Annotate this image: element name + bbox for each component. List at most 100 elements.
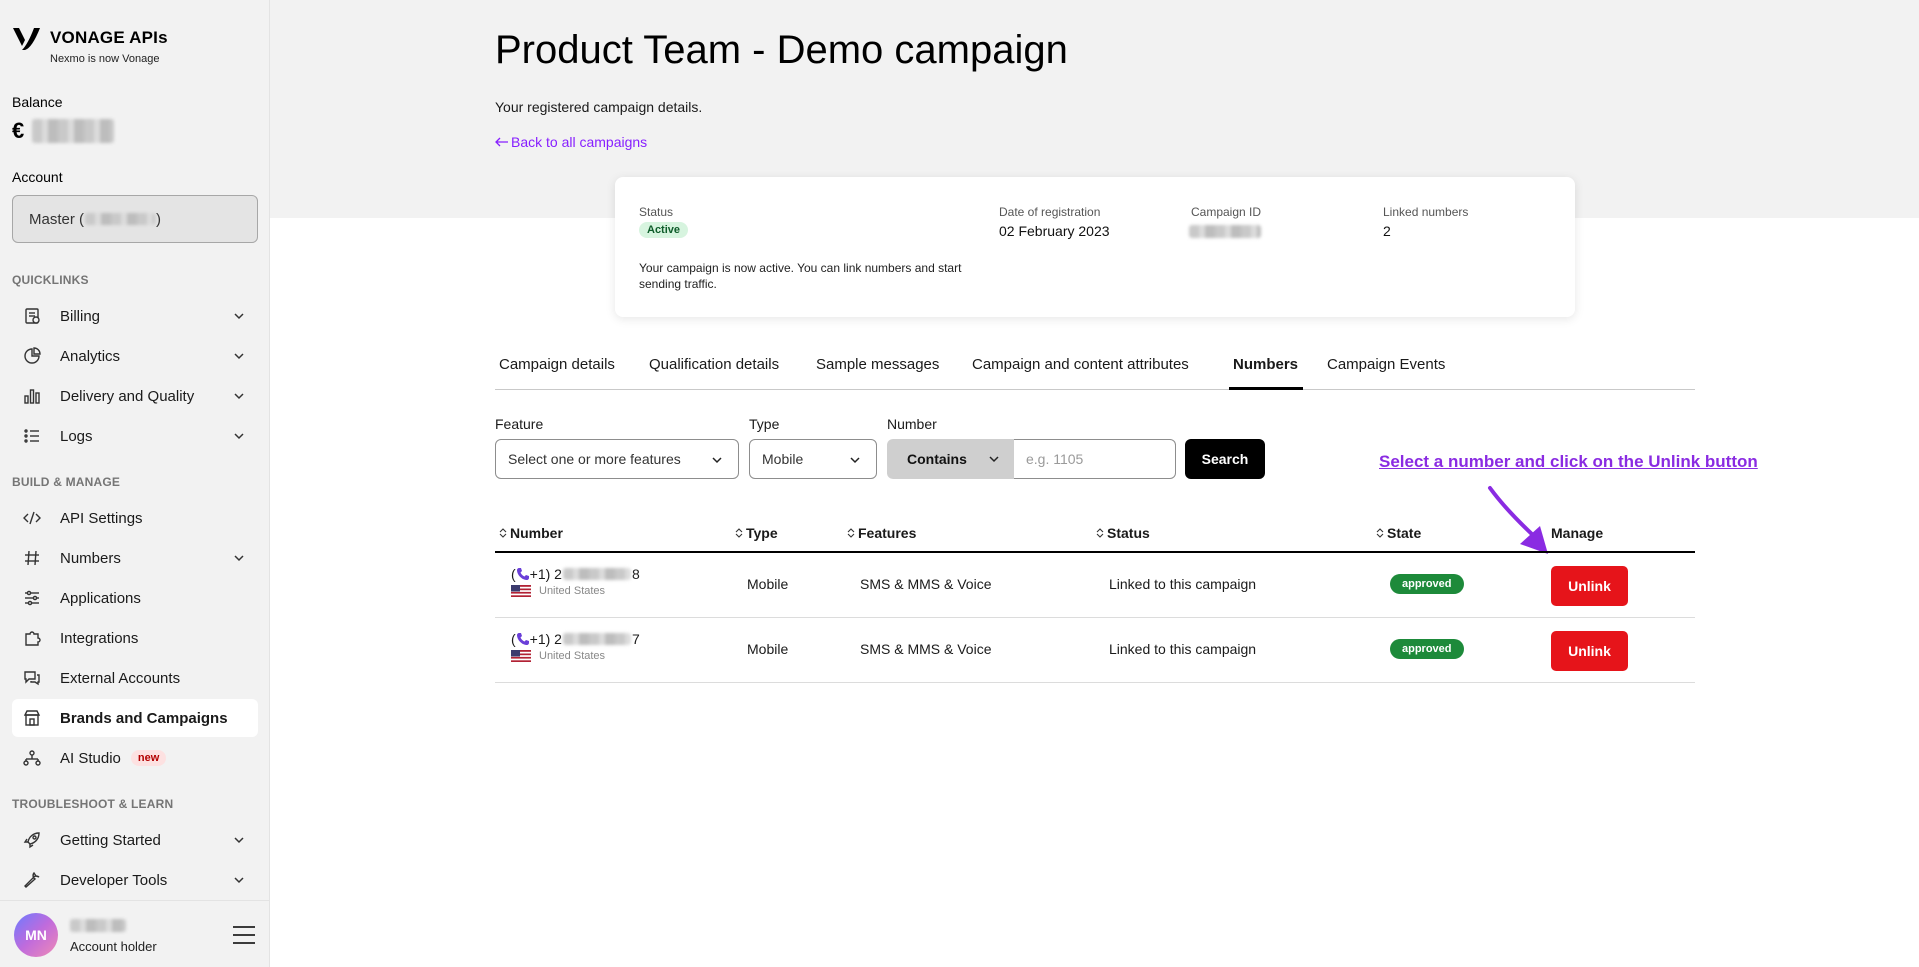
sidebar-item-label: Integrations: [60, 629, 139, 647]
tab-numbers[interactable]: Numbers: [1233, 356, 1298, 373]
feature-placeholder: Select one or more features: [508, 451, 681, 467]
sort-icon: [1096, 528, 1104, 538]
status-cell: Linked to this campaign: [1109, 576, 1257, 592]
sliders-icon: [22, 588, 42, 608]
sidebar-item-analytics[interactable]: Analytics: [12, 337, 258, 375]
vonage-logo-icon: [13, 28, 40, 50]
type-label: Type: [749, 416, 780, 432]
features-cell: SMS & MMS & Voice: [860, 641, 992, 657]
state-badge: approved: [1390, 574, 1464, 594]
redacted-balance: [32, 119, 115, 143]
column-header-number[interactable]: Number: [499, 525, 563, 541]
column-header-type[interactable]: Type: [735, 525, 778, 541]
registration-label: Date of registration: [999, 205, 1101, 219]
linked-numbers-label: Linked numbers: [1383, 205, 1469, 219]
number-label: Number: [887, 416, 937, 432]
type-value: Mobile: [762, 451, 804, 467]
sidebar-item-label: Applications: [60, 589, 141, 607]
sidebar-item-ai-studio[interactable]: AI Studio new: [12, 739, 258, 777]
sidebar-item-numbers[interactable]: Numbers: [12, 539, 258, 577]
number-prefix: +1) 2: [529, 631, 562, 647]
page-title: Product Team - Demo campaign: [495, 28, 1068, 72]
tab-campaign-attributes[interactable]: Campaign and content attributes: [972, 356, 1189, 373]
us-flag-icon: [511, 650, 531, 662]
section-quicklinks: QUICKLINKS: [12, 273, 89, 287]
column-header-label: Type: [746, 525, 778, 541]
table-header: Number Type Features Status State Manage: [495, 515, 1695, 553]
sidebar-item-logs[interactable]: Logs: [12, 417, 258, 455]
chevron-down-icon: [234, 393, 244, 400]
type-cell: Mobile: [747, 641, 789, 657]
unlink-button[interactable]: Unlink: [1551, 631, 1628, 671]
chevron-down-icon: [712, 457, 722, 464]
sidebar-item-label: External Accounts: [60, 669, 181, 687]
sidebar-item-delivery[interactable]: Delivery and Quality: [12, 377, 258, 415]
chevron-down-icon: [234, 837, 244, 844]
currency-symbol: €: [12, 118, 25, 143]
unlink-button[interactable]: Unlink: [1551, 566, 1628, 606]
hamburger-menu-icon[interactable]: [232, 925, 256, 945]
tab-campaign-events[interactable]: Campaign Events: [1327, 356, 1445, 373]
chevron-down-icon: [234, 555, 244, 562]
search-button[interactable]: Search: [1185, 439, 1265, 479]
match-mode-select[interactable]: Contains: [887, 439, 1015, 479]
column-header-state[interactable]: State: [1376, 525, 1421, 541]
table-row[interactable]: ( +1) 2 8 United States Mobile SMS & MMS…: [495, 553, 1695, 618]
status-label: Status: [639, 205, 674, 219]
sidebar-item-label: Analytics: [60, 347, 121, 365]
balance-value: €: [12, 118, 115, 144]
sidebar-item-developer-tools[interactable]: Developer Tools: [12, 861, 258, 899]
arrow-left-icon: [495, 137, 508, 147]
chat-icon: [22, 668, 42, 688]
user-role: Account holder: [70, 939, 157, 954]
sidebar-item-integrations[interactable]: Integrations: [12, 619, 258, 657]
avatar[interactable]: MN: [14, 913, 58, 957]
back-to-campaigns-link[interactable]: Back to all campaigns: [495, 134, 647, 150]
sidebar-item-label: Getting Started: [60, 831, 161, 849]
analytics-icon: [22, 346, 42, 366]
number-cell: ( +1) 2 7 United States: [511, 631, 640, 662]
type-cell: Mobile: [747, 576, 789, 592]
rocket-icon: [22, 830, 42, 850]
bar-chart-icon: [22, 386, 42, 406]
billing-icon: [22, 306, 42, 326]
account-selector[interactable]: Master ( ): [12, 195, 258, 243]
user-profile[interactable]: MN Account holder: [0, 900, 270, 967]
redacted-account-id: [85, 213, 156, 225]
sort-icon: [847, 528, 855, 538]
redacted-number: [562, 568, 631, 580]
campaign-summary-card: Status Active Your campaign is now activ…: [615, 177, 1575, 317]
sidebar-item-label: Delivery and Quality: [60, 387, 195, 405]
sidebar-item-label: Brands and Campaigns: [60, 709, 228, 727]
tab-qualification-details[interactable]: Qualification details: [649, 356, 779, 373]
type-select[interactable]: Mobile: [749, 439, 877, 479]
column-header-features[interactable]: Features: [847, 525, 916, 541]
network-icon: [22, 748, 42, 768]
sidebar-item-applications[interactable]: Applications: [12, 579, 258, 617]
sidebar-item-billing[interactable]: Billing: [12, 297, 258, 335]
sidebar-item-external-accounts[interactable]: External Accounts: [12, 659, 258, 697]
sidebar-item-label: Developer Tools: [60, 871, 168, 889]
sidebar-item-brands-campaigns[interactable]: Brands and Campaigns: [12, 699, 258, 737]
balance-label: Balance: [12, 94, 63, 110]
status-note: Your campaign is now active. You can lin…: [639, 261, 962, 291]
status-cell: Linked to this campaign: [1109, 641, 1257, 657]
code-icon: [22, 508, 42, 528]
column-header-status[interactable]: Status: [1096, 525, 1150, 541]
column-header-label: Number: [510, 525, 563, 541]
table-row[interactable]: ( +1) 2 7 United States Mobile SMS & MMS…: [495, 618, 1695, 683]
tab-sample-messages[interactable]: Sample messages: [816, 356, 939, 373]
feature-select[interactable]: Select one or more features: [495, 439, 739, 479]
puzzle-icon: [22, 628, 42, 648]
active-tab-indicator: [1229, 387, 1303, 390]
chevron-down-icon: [234, 877, 244, 884]
number-suffix: 8: [631, 566, 640, 582]
number-suffix: 7: [631, 631, 640, 647]
tab-campaign-details[interactable]: Campaign details: [499, 356, 615, 373]
sidebar-item-label: Billing: [60, 307, 101, 325]
sidebar-item-api-settings[interactable]: API Settings: [12, 499, 258, 537]
number-search-input[interactable]: [1014, 439, 1176, 479]
numbers-table: Number Type Features Status State Manage…: [495, 515, 1695, 683]
column-header-manage: Manage: [1551, 525, 1604, 541]
sidebar-item-getting-started[interactable]: Getting Started: [12, 821, 258, 859]
